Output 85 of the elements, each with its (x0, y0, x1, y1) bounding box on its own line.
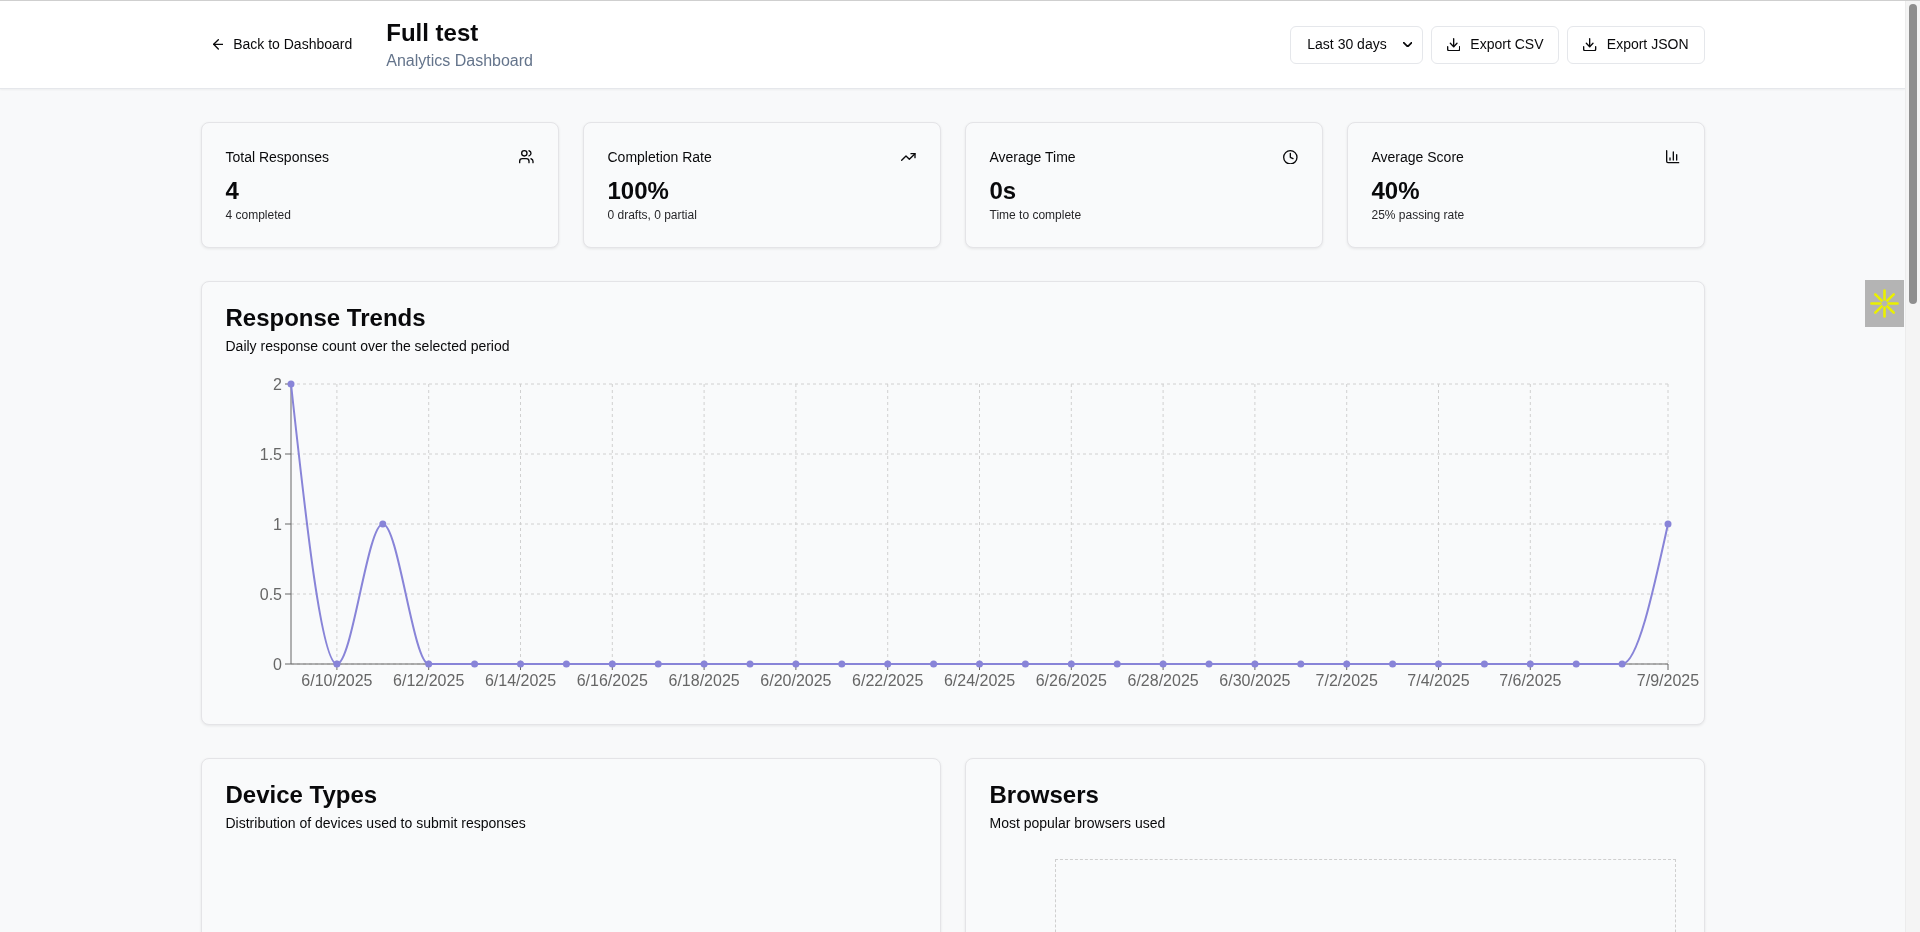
card-subtitle: Most popular browsers used (989, 814, 1167, 833)
data-point (1480, 660, 1488, 668)
export-button[interactable]: Export JSON (1567, 25, 1705, 64)
data-point (1205, 660, 1212, 668)
x-axis-label: 6/18/2025 (668, 672, 740, 689)
download-icon (1447, 37, 1461, 52)
stat-label: Average Score (1371, 148, 1464, 167)
x-axis-label: 6/12/2025 (392, 672, 464, 689)
scrollbar-thumb[interactable] (1909, 4, 1917, 304)
data-point (1067, 660, 1075, 668)
stat-label: Total Responses (225, 148, 329, 167)
data-point (1296, 660, 1304, 668)
data-point (332, 660, 340, 668)
data-point (1664, 520, 1671, 528)
data-point (1021, 660, 1029, 668)
y-axis-label: 2 (272, 375, 282, 393)
data-point (1342, 660, 1350, 668)
stat-detail: Time to complete (989, 207, 1083, 223)
data-point (1113, 660, 1121, 668)
stat-value: 0s (989, 176, 1018, 206)
data-point (516, 660, 524, 668)
x-axis-label: 6/14/2025 (484, 672, 556, 689)
y-axis-label: 0 (272, 655, 282, 673)
x-axis-label: 6/22/2025 (851, 672, 923, 689)
data-point (424, 660, 432, 668)
clock-icon (1282, 149, 1298, 165)
data-point (791, 660, 799, 668)
page-title: Full test (386, 17, 480, 48)
data-point (746, 660, 753, 668)
stat-value: 40% (1371, 176, 1421, 206)
data-point (1159, 660, 1167, 668)
card-subtitle: Daily response count over the selected period (225, 337, 511, 356)
data-point (287, 380, 294, 388)
arrow-left-icon (212, 39, 224, 50)
data-point (883, 660, 891, 668)
x-axis-label: 7/2/2025 (1315, 672, 1378, 689)
asterisk-icon[interactable] (1865, 280, 1904, 327)
stat-detail: 25% passing rate (1371, 207, 1466, 223)
card-title: Browsers (989, 783, 1100, 807)
data-point (837, 660, 845, 668)
data-point (1618, 660, 1626, 668)
data-point (1434, 660, 1442, 668)
x-axis-label: 6/24/2025 (943, 672, 1015, 689)
y-axis-label: 1 (272, 515, 282, 533)
bar-chart-icon (1666, 150, 1680, 164)
x-axis-label: 6/28/2025 (1127, 672, 1199, 689)
date-range-select[interactable]: Last 30 days (1290, 25, 1423, 64)
data-point (562, 660, 570, 668)
data-point (700, 660, 708, 668)
card-title: Response Trends (225, 306, 427, 330)
data-point (1572, 660, 1580, 668)
stat-label: Average Time (989, 148, 1076, 167)
back-link[interactable]: Back to Dashboard (200, 26, 365, 63)
card-subtitle: Distribution of devices used to submit responses (225, 814, 527, 833)
data-point (608, 660, 616, 668)
stat-value: 100% (607, 176, 670, 206)
x-axis-label: 7/6/2025 (1498, 672, 1561, 689)
x-axis-label: 6/30/2025 (1218, 672, 1290, 689)
data-point (1526, 660, 1534, 668)
card-title: Device Types (225, 783, 379, 807)
download-icon (1583, 37, 1597, 52)
data-point (378, 520, 386, 528)
data-point (975, 660, 983, 668)
x-axis-label: 6/16/2025 (576, 672, 648, 689)
data-point (1388, 660, 1396, 668)
stat-value: 4 (225, 176, 240, 206)
data-point (929, 660, 937, 668)
chevron-down-icon (1402, 41, 1412, 48)
data-point (470, 660, 478, 668)
x-axis-label: 7/4/2025 (1406, 672, 1470, 689)
x-axis-label: 6/20/2025 (759, 672, 831, 689)
x-axis-label: 6/26/2025 (1035, 672, 1107, 689)
stat-detail: 0 drafts, 0 partial (607, 207, 698, 223)
export-button[interactable]: Export CSV (1431, 25, 1560, 64)
stat-detail: 4 completed (225, 207, 292, 223)
data-point (1250, 660, 1258, 668)
y-axis-label: 1.5 (259, 445, 282, 463)
data-point (654, 660, 662, 668)
y-axis-label: 0.5 (259, 585, 282, 603)
x-axis-label: 6/10/2025 (300, 672, 372, 689)
stat-label: Completion Rate (607, 148, 712, 167)
x-axis-label: 7/9/2025 (1636, 672, 1699, 689)
page-subtitle: Analytics Dashboard (386, 50, 533, 71)
trending-up-icon (900, 153, 916, 161)
users-icon (518, 150, 534, 164)
